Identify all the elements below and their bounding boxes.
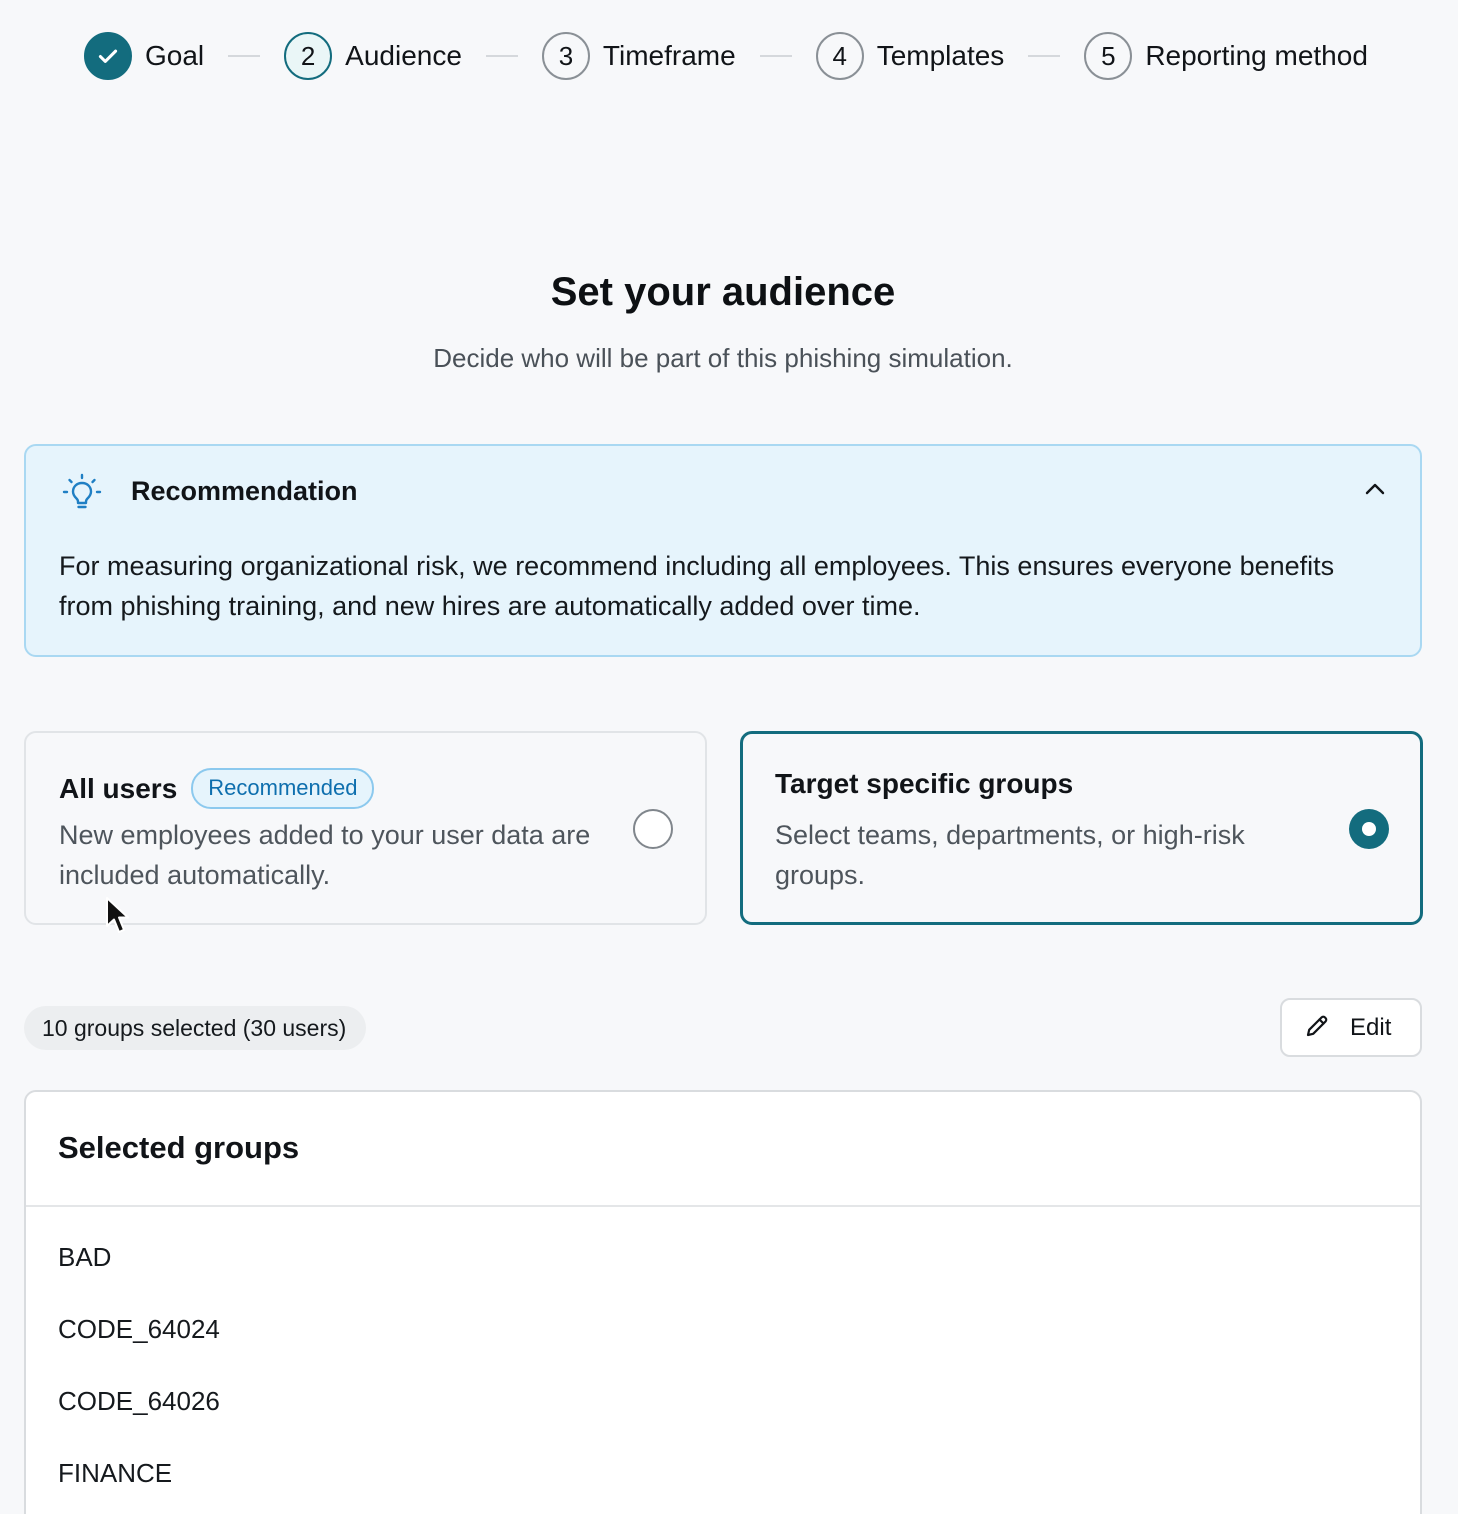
step-reporting-method[interactable]: 5 Reporting method <box>1084 32 1368 80</box>
progress-stepper: Goal 2 Audience 3 Timeframe 4 Templates … <box>84 31 1416 81</box>
step-templates-number: 4 <box>815 32 864 80</box>
step-goal[interactable]: Goal <box>84 32 204 80</box>
selected-groups-panel: Selected groups BAD CODE_64024 CODE_6402… <box>24 1090 1422 1514</box>
step-reporting-method-label: Reporting method <box>1145 40 1368 71</box>
mouse-cursor-icon <box>106 897 129 933</box>
selected-groups-list: BAD CODE_64024 CODE_64026 FINANCE <box>26 1207 1420 1514</box>
option-all-users-header: All users Recommended <box>59 768 375 809</box>
recommendation-body: For measuring organizational risk, we re… <box>59 551 1335 621</box>
recommendation-title: Recommendation <box>131 476 358 506</box>
step-audience-number: 2 <box>284 32 333 80</box>
list-item: BAD <box>58 1242 112 1272</box>
option-all-users-title: All users <box>59 772 178 804</box>
recommendation-panel: Recommendation For measuring organizatio… <box>24 444 1422 657</box>
option-target-groups-description: Select teams, departments, or high-risk … <box>775 820 1245 890</box>
pencil-icon <box>1304 1013 1330 1042</box>
step-separator <box>759 55 792 57</box>
lightbulb-icon <box>60 470 104 514</box>
step-templates-label: Templates <box>876 40 1005 71</box>
all-users-radio[interactable] <box>633 809 673 849</box>
list-item: CODE_64024 <box>58 1314 220 1344</box>
step-separator <box>228 55 261 57</box>
step-audience[interactable]: 2 Audience <box>284 32 462 80</box>
list-item: CODE_64026 <box>58 1386 220 1416</box>
step-timeframe-number: 3 <box>541 32 590 80</box>
step-separator <box>1028 55 1061 57</box>
groups-selected-summary: 10 groups selected (30 users) <box>24 1006 367 1050</box>
page-title: Set your audience <box>550 270 896 314</box>
list-item: FINANCE <box>58 1458 173 1488</box>
step-templates[interactable]: 4 Templates <box>815 32 1005 80</box>
option-target-groups-header: Target specific groups <box>775 768 1073 800</box>
edit-button-label: Edit <box>1350 1013 1392 1041</box>
page-subtitle: Decide who will be part of this phishing… <box>433 343 1013 373</box>
step-separator <box>485 55 518 57</box>
recommended-badge: Recommended <box>191 768 375 809</box>
edit-groups-button[interactable]: Edit <box>1280 998 1422 1057</box>
selected-groups-title: Selected groups <box>26 1092 1420 1207</box>
chevron-up-icon[interactable] <box>1362 476 1388 502</box>
step-timeframe[interactable]: 3 Timeframe <box>541 32 736 80</box>
option-target-groups-title: Target specific groups <box>775 768 1074 799</box>
step-timeframe-label: Timeframe <box>602 40 736 71</box>
step-goal-label: Goal <box>145 40 205 71</box>
target-groups-radio[interactable] <box>1349 809 1389 849</box>
option-all-users-description: New employees added to your user data ar… <box>59 820 591 890</box>
step-audience-label: Audience <box>345 40 462 71</box>
step-reporting-method-number: 5 <box>1084 32 1133 80</box>
option-target-specific-groups[interactable]: Target specific groups Select teams, dep… <box>740 731 1423 925</box>
step-goal-check-icon <box>84 32 132 80</box>
